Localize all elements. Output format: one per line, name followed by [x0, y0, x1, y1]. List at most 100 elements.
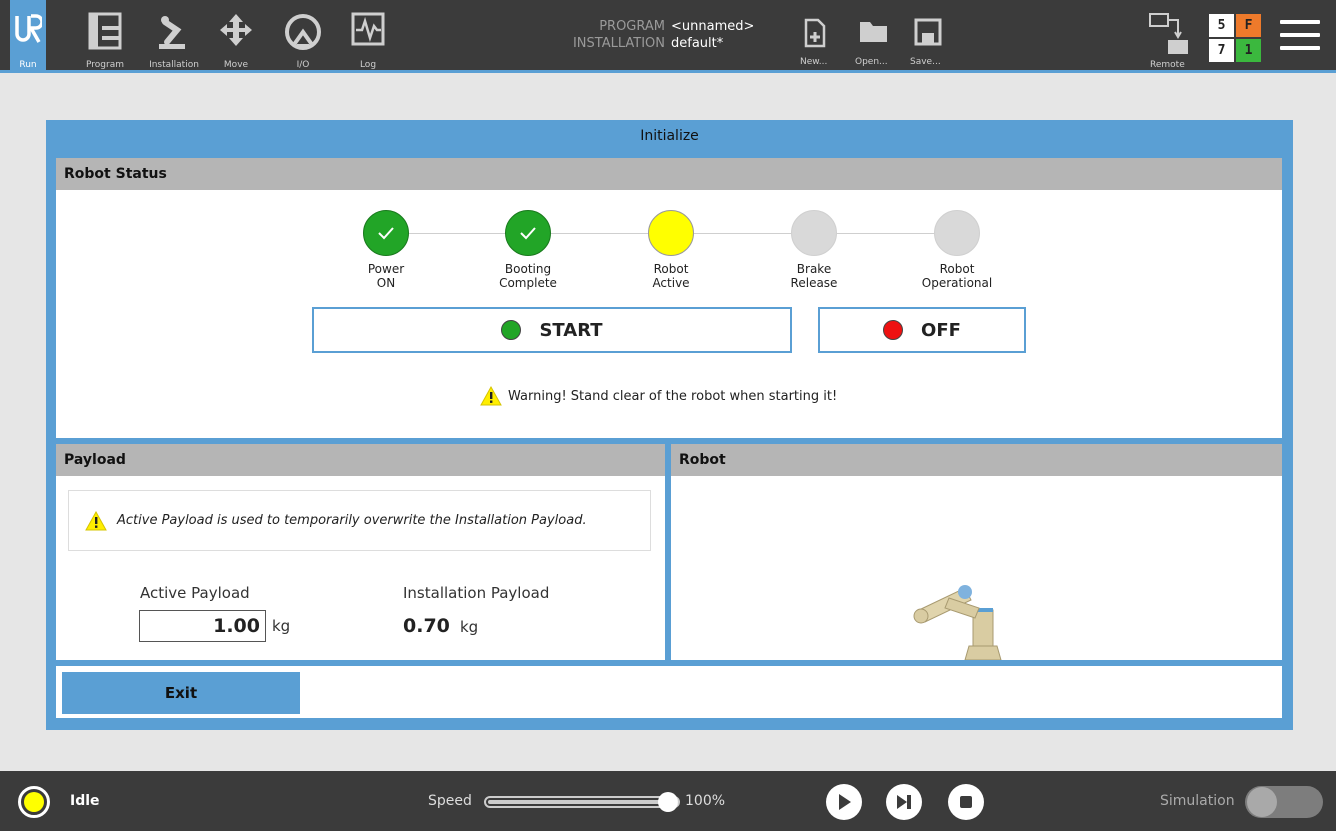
remote-icon	[1149, 13, 1188, 54]
installation-robot-icon	[159, 16, 185, 49]
remote-control-button[interactable]: Remote	[1146, 0, 1196, 73]
play-button[interactable]	[826, 784, 862, 820]
speed-slider-knob[interactable]	[658, 792, 678, 812]
installation-key: INSTALLATION	[572, 36, 665, 51]
step-pending-indicator	[791, 210, 837, 256]
program-info: PROGRAM <unnamed> INSTALLATION default*	[560, 18, 754, 52]
save-button[interactable]: Save...	[902, 0, 952, 73]
active-payload-input[interactable]: 1.00	[139, 610, 266, 642]
move-tab[interactable]: Move	[214, 0, 258, 73]
installation-tab-label: Installation	[149, 60, 199, 70]
warning-text: Warning! Stand clear of the robot when s…	[508, 388, 838, 404]
active-payload-label: Active Payload	[140, 584, 250, 602]
exit-button[interactable]: Exit	[62, 672, 300, 714]
program-key: PROGRAM	[599, 19, 665, 34]
dialog-title: Initialize	[640, 128, 699, 144]
speed-slider[interactable]	[484, 792, 680, 812]
installation-payload-value: 0.70	[403, 615, 450, 637]
open-button[interactable]: Open...	[847, 0, 897, 73]
step-power-on: Power ON	[316, 210, 456, 290]
start-button-label: START	[539, 319, 603, 341]
payload-note: Active Payload is used to temporarily ov…	[68, 490, 651, 551]
speed-label: Speed	[428, 793, 472, 809]
warning-icon	[480, 386, 502, 406]
open-button-label: Open...	[855, 57, 888, 67]
program-tab-label: Program	[86, 60, 124, 70]
checkmark-icon	[378, 227, 394, 240]
initialize-dialog: Initialize Robot Status Power ON Booting…	[46, 120, 1293, 730]
installation-name: default*	[671, 36, 724, 51]
counter-c: 7	[1209, 39, 1234, 62]
io-tab[interactable]: I/O	[278, 0, 328, 73]
counter-d: 1	[1236, 39, 1261, 62]
toggle-knob	[1247, 787, 1277, 817]
stop-icon	[960, 796, 972, 808]
robot-status-heading: Robot Status	[56, 158, 1282, 190]
simulation-label: Simulation	[1160, 793, 1235, 809]
top-toolbar: Run Program Installation Move I/O Log PR…	[0, 0, 1336, 73]
payload-note-text: Active Payload is used to temporarily ov…	[117, 513, 587, 528]
play-icon	[839, 794, 851, 810]
step-done-indicator	[505, 210, 551, 256]
payload-panel: Active Payload is used to temporarily ov…	[56, 476, 665, 660]
log-tab-label: Log	[359, 60, 377, 70]
robot-state-text: Idle	[70, 793, 100, 809]
robot-state-indicator-icon[interactable]	[18, 786, 50, 818]
move-tab-label: Move	[223, 60, 249, 70]
step-label: Brake Release	[790, 262, 838, 290]
warning-icon	[85, 510, 107, 530]
step-booting-complete: Booting Complete	[458, 210, 598, 290]
step-robot-active: Robot Active	[601, 210, 741, 290]
bottom-status-bar: Idle Speed 100% Simulation	[0, 771, 1336, 831]
step-forward-icon	[897, 795, 911, 809]
program-icon	[88, 12, 122, 50]
off-button-label: OFF	[921, 319, 961, 341]
stop-button[interactable]	[948, 784, 984, 820]
step-pending-indicator	[934, 210, 980, 256]
start-button[interactable]: START	[312, 307, 792, 353]
io-tab-label: I/O	[296, 60, 310, 70]
counter-a: 5	[1209, 14, 1234, 37]
step-label: Power ON	[367, 262, 405, 290]
save-button-label: Save...	[910, 57, 941, 67]
installation-tab[interactable]: Installation	[146, 0, 202, 73]
dialog-footer: Exit	[56, 666, 1282, 718]
checkmark-icon	[520, 227, 536, 240]
new-button[interactable]: New...	[792, 0, 842, 73]
off-button[interactable]: OFF	[818, 307, 1026, 353]
red-led-icon	[883, 320, 904, 340]
installation-payload-unit: kg	[460, 618, 479, 636]
step-active-indicator	[648, 210, 694, 256]
step-done-indicator	[363, 210, 409, 256]
start-warning: Warning! Stand clear of the robot when s…	[480, 386, 837, 406]
simulation-toggle[interactable]	[1245, 786, 1323, 818]
log-tab[interactable]: Log	[346, 0, 390, 73]
log-waveform-icon	[351, 12, 385, 46]
ur-logo-icon	[15, 14, 42, 43]
move-arrows-icon	[220, 14, 252, 46]
program-name: <unnamed>	[671, 19, 755, 34]
step-label: Robot Active	[652, 262, 690, 290]
step-label: Booting Complete	[499, 262, 557, 290]
run-tab-label: Run	[19, 60, 37, 70]
counter-b: F	[1236, 14, 1261, 37]
io-gauge-icon	[285, 14, 321, 50]
remote-label: Remote	[1150, 60, 1185, 70]
hamburger-menu-icon[interactable]	[1280, 20, 1320, 54]
program-tab[interactable]: Program	[80, 0, 130, 73]
step-brake-release: Brake Release	[744, 210, 884, 290]
new-file-icon	[804, 18, 826, 48]
step-button[interactable]	[886, 784, 922, 820]
speed-value: 100%	[685, 793, 726, 809]
green-led-icon	[501, 320, 522, 340]
step-label: Robot Operational	[921, 262, 993, 290]
robot-view-panel[interactable]	[671, 476, 1282, 660]
step-robot-operational: Robot Operational	[887, 210, 1027, 290]
speed-slider-fill	[488, 800, 660, 804]
status-counters[interactable]: 5 F 7 1	[1209, 14, 1261, 62]
installation-payload-label: Installation Payload	[403, 584, 550, 602]
run-tab[interactable]: Run	[10, 0, 46, 73]
save-disk-icon	[914, 18, 942, 46]
robot-status-panel: Power ON Booting Complete Robot Active B…	[56, 190, 1282, 438]
active-payload-unit: kg	[272, 617, 291, 635]
